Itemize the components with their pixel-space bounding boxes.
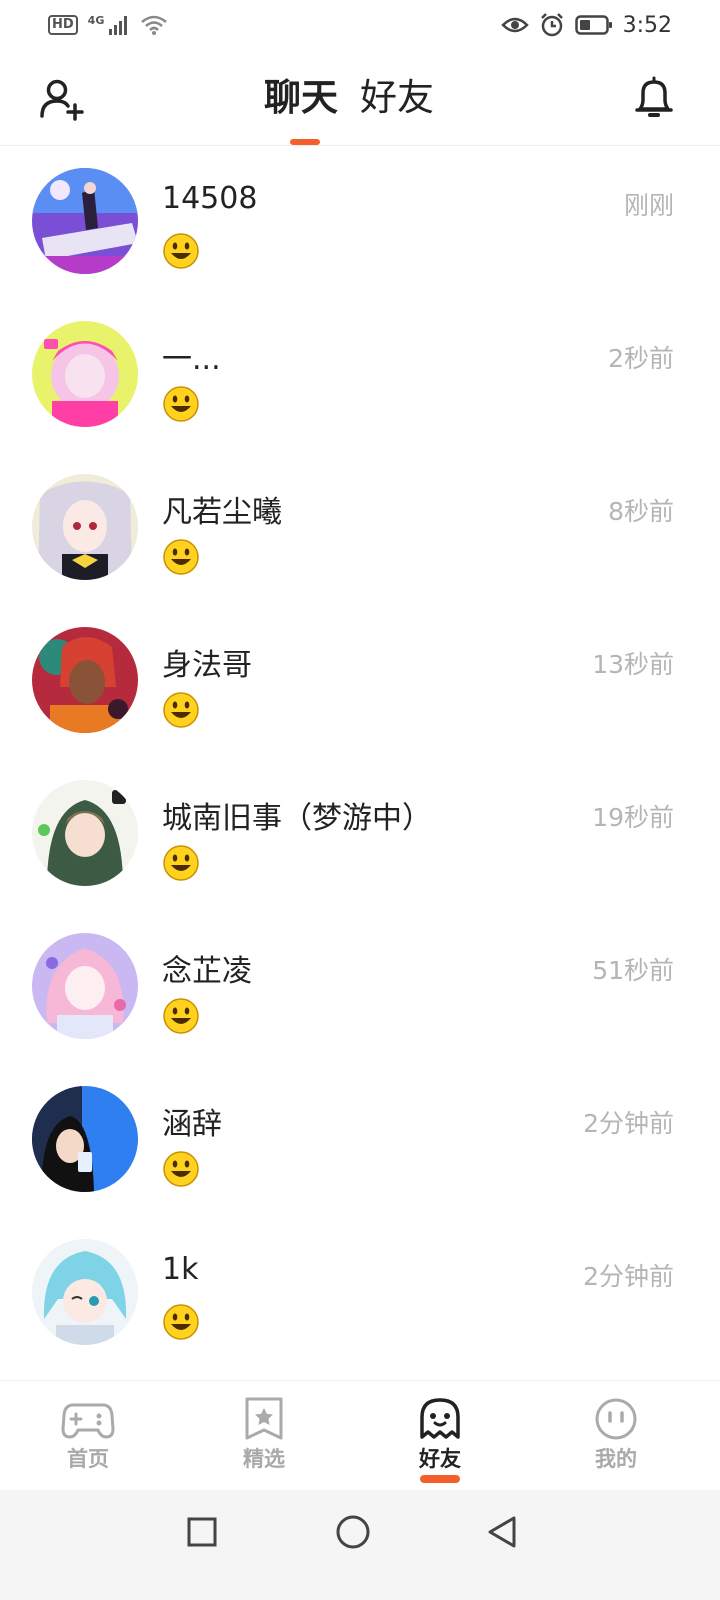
tab-chat[interactable]: 聊天: [264, 72, 338, 145]
chat-list: 14508 刚刚 一... 2秒前 凡若尘曦 8秒前 身法哥 13秒前 城南旧事…: [0, 146, 720, 1370]
clock-time: 3:52: [622, 12, 672, 38]
chat-name: 14508: [162, 181, 258, 216]
smiley-emoji-icon: [163, 845, 199, 881]
avatar[interactable]: [32, 627, 138, 733]
chat-name: 一...: [162, 342, 221, 377]
chat-time: 2分钟前: [583, 1109, 674, 1138]
nav-item-me[interactable]: 我的: [566, 1397, 666, 1473]
app-screen: HD 4G 3:52 聊天 好友 14508 刚刚 一... 2秒前 凡若尘曦 …: [0, 0, 720, 1600]
chat-list-item[interactable]: 身法哥 13秒前: [0, 605, 720, 758]
chat-list-item[interactable]: 1k 2分钟前: [0, 1217, 720, 1370]
chat-time: 8秒前: [608, 497, 674, 526]
chat-time: 刚刚: [623, 191, 674, 220]
battery-icon: [574, 15, 612, 35]
chat-time: 19秒前: [592, 803, 674, 832]
alarm-icon: [540, 13, 563, 37]
nav-active-indicator: [420, 1475, 460, 1483]
signal-icon: [109, 16, 128, 35]
add-friend-icon[interactable]: [38, 76, 86, 124]
nav-label: 精选: [243, 1447, 285, 1471]
chat-name: 念芷凌: [162, 954, 252, 989]
avatar[interactable]: [32, 474, 138, 580]
chat-list-item[interactable]: 14508 刚刚: [0, 146, 720, 299]
avatar[interactable]: [32, 321, 138, 427]
smiley-emoji-icon: [163, 692, 199, 728]
tab-friends-label: 好友: [360, 76, 434, 119]
tab-friends[interactable]: 好友: [360, 72, 434, 124]
chat-list-item[interactable]: 一... 2秒前: [0, 299, 720, 452]
nav-item-home[interactable]: 首页: [38, 1397, 138, 1473]
recents-square-icon[interactable]: [180, 1510, 224, 1554]
status-bar: HD 4G 3:52: [0, 0, 720, 50]
network-type: 4G: [87, 13, 105, 27]
chat-list-item[interactable]: 涵辞 2分钟前: [0, 1064, 720, 1217]
gamepad-icon: [61, 1403, 115, 1439]
avatar[interactable]: [32, 1086, 138, 1192]
chat-name: 涵辞: [162, 1107, 222, 1142]
smiley-emoji-icon: [163, 233, 199, 269]
chat-list-item[interactable]: 城南旧事（梦游中） 19秒前: [0, 758, 720, 911]
smiley-emoji-icon: [163, 1304, 199, 1340]
back-triangle-icon[interactable]: [480, 1510, 524, 1554]
smiley-emoji-icon: [163, 539, 199, 575]
chat-name: 身法哥: [162, 648, 252, 683]
star-bookmark-icon: [245, 1397, 283, 1440]
eye-icon: [500, 17, 529, 33]
chat-time: 51秒前: [592, 956, 674, 985]
chat-list-item[interactable]: 凡若尘曦 8秒前: [0, 452, 720, 605]
nav-label: 好友: [419, 1447, 461, 1471]
hd-badge: HD: [48, 15, 78, 35]
nav-label: 首页: [67, 1447, 109, 1471]
avatar[interactable]: [32, 168, 138, 274]
avatar[interactable]: [32, 780, 138, 886]
chat-time: 2秒前: [608, 344, 674, 373]
chat-time: 2分钟前: [583, 1262, 674, 1291]
smiley-emoji-icon: [163, 998, 199, 1034]
chat-time: 13秒前: [592, 650, 674, 679]
header-tabs: 聊天 好友: [264, 72, 434, 145]
bottom-nav: 首页 精选 好友 我的: [0, 1380, 720, 1490]
app-header: 聊天 好友: [0, 50, 720, 146]
home-circle-icon[interactable]: [331, 1510, 375, 1554]
chat-name: 城南旧事（梦游中）: [162, 801, 432, 836]
smiley-emoji-icon: [163, 386, 199, 422]
tab-active-indicator: [290, 139, 320, 145]
chat-name: 1k: [162, 1252, 199, 1287]
system-nav-bar: [0, 1490, 720, 1600]
face-icon: [595, 1398, 637, 1440]
chat-name: 凡若尘曦: [162, 495, 282, 530]
smiley-emoji-icon: [163, 1151, 199, 1187]
avatar[interactable]: [32, 1239, 138, 1345]
bell-icon[interactable]: [630, 74, 678, 122]
avatar[interactable]: [32, 933, 138, 1039]
wifi-icon: [141, 15, 168, 35]
nav-label: 我的: [595, 1447, 637, 1471]
ghost-icon: [420, 1398, 460, 1439]
tab-chat-label: 聊天: [264, 76, 338, 119]
nav-item-friends[interactable]: 好友: [390, 1397, 490, 1483]
chat-list-item[interactable]: 念芷凌 51秒前: [0, 911, 720, 1064]
nav-item-featured[interactable]: 精选: [214, 1397, 314, 1473]
